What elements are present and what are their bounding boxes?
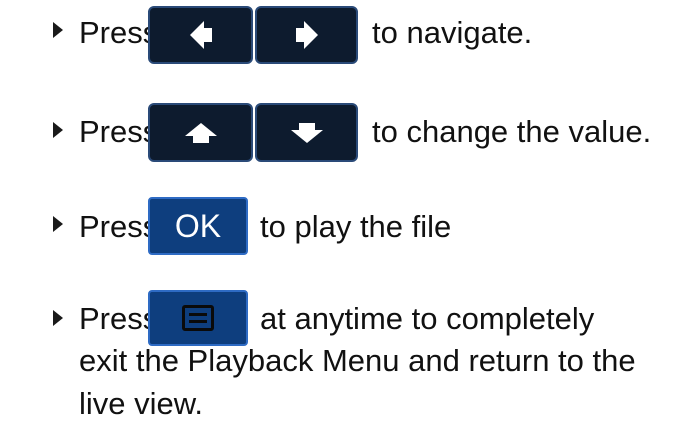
arrow-down-icon <box>290 122 323 143</box>
menu-icon <box>182 305 214 331</box>
instruction-suffix: to play the file <box>260 209 452 244</box>
arrow-right-icon <box>295 21 318 49</box>
instruction-prefix: Press <box>79 301 159 336</box>
bullet-icon <box>53 310 63 326</box>
arrow-left-icon <box>189 21 212 49</box>
ok-key: OK <box>148 197 248 255</box>
menu-key <box>148 290 248 346</box>
bullet-icon <box>53 122 63 138</box>
arrow-up-icon <box>184 122 217 143</box>
bullet-icon <box>53 216 63 232</box>
right-arrow-key <box>255 6 358 64</box>
up-arrow-key <box>148 103 253 162</box>
instruction-continuation: exit the Playback Menu and return to the <box>79 343 636 378</box>
instruction-prefix: Press <box>79 15 159 50</box>
down-arrow-key <box>255 103 358 162</box>
left-arrow-key <box>148 6 253 64</box>
instruction-prefix: Press <box>79 209 159 244</box>
instruction-suffix: to navigate. <box>372 15 533 50</box>
ok-key-label: OK <box>174 207 222 244</box>
instruction-prefix: Press <box>79 114 159 149</box>
bullet-icon <box>53 22 63 38</box>
instruction-suffix: to change the value. <box>372 114 652 149</box>
instruction-suffix: at anytime to completely <box>260 301 595 336</box>
instruction-continuation: live view. <box>79 386 204 421</box>
